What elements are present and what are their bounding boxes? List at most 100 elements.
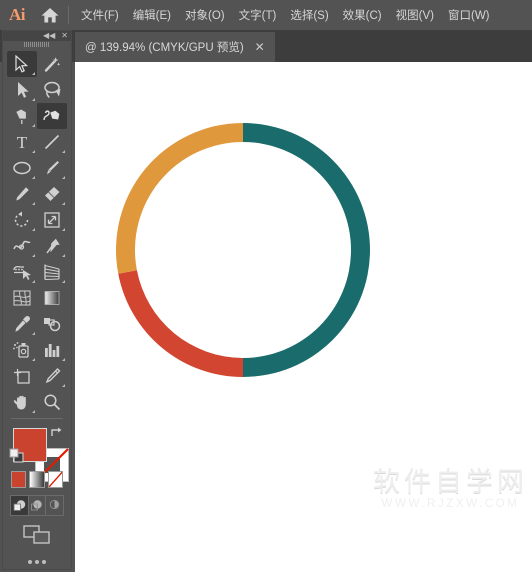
draw-normal-icon <box>13 500 26 512</box>
symbol-sprayer-tool[interactable] <box>7 337 37 363</box>
menu-edit[interactable]: 编辑(E) <box>126 3 178 27</box>
pencil-tool[interactable] <box>7 181 37 207</box>
svg-text:T: T <box>17 133 28 151</box>
donut-chart-svg[interactable] <box>103 110 383 390</box>
flyout-indicator <box>32 150 35 154</box>
shape-builder-tool[interactable] <box>7 259 37 285</box>
drag-handle-dots <box>24 42 50 48</box>
gradient-tool[interactable] <box>37 285 67 311</box>
flyout-indicator <box>62 254 65 258</box>
flyout-indicator <box>62 384 65 388</box>
flyout-indicator <box>32 332 35 336</box>
free-transform-tool[interactable] <box>37 233 67 259</box>
artboard-tool[interactable] <box>7 363 37 389</box>
watermark-url: WWW.RJZXW.COM <box>381 498 520 510</box>
tools-panel: ◀◀ ✕ T <box>2 30 72 570</box>
flyout-indicator <box>32 228 35 232</box>
menu-divider <box>68 6 69 24</box>
paintbrush-tool[interactable] <box>37 155 67 181</box>
menu-effect[interactable]: 效果(C) <box>336 3 389 27</box>
selection-tool[interactable] <box>7 51 37 78</box>
swap-fill-stroke-icon[interactable] <box>50 426 64 440</box>
eyedropper-tool[interactable] <box>7 311 37 337</box>
hand-tool[interactable] <box>7 389 37 415</box>
flyout-indicator <box>32 72 35 76</box>
draw-behind-icon <box>30 500 42 511</box>
tool-grid: T <box>3 49 71 415</box>
menu-item-list: 文件(F) 编辑(E) 对象(O) 文字(T) 选择(S) 效果(C) 视图(V… <box>74 3 497 27</box>
perspective-grid-tool[interactable] <box>37 259 67 285</box>
ellipse-tool[interactable] <box>7 155 37 181</box>
fill-stroke-block <box>9 426 69 482</box>
flyout-indicator <box>32 280 35 284</box>
curvature-tool[interactable] <box>37 103 67 130</box>
mesh-tool[interactable] <box>7 285 37 311</box>
flyout-indicator <box>62 228 65 232</box>
color-mode-group <box>11 471 63 489</box>
flyout-indicator <box>32 176 35 180</box>
default-fill-stroke-icon[interactable] <box>9 448 25 464</box>
eraser-tool[interactable] <box>37 181 67 207</box>
flyout-indicator <box>32 202 35 206</box>
flyout-indicator <box>32 98 35 102</box>
draw-behind-mode[interactable] <box>29 496 47 516</box>
donut-segment[interactable] <box>118 270 243 377</box>
close-icon[interactable]: ✕ <box>61 31 68 40</box>
draw-inside-icon <box>50 500 60 510</box>
menu-type[interactable]: 文字(T) <box>232 3 284 27</box>
blend-tool[interactable] <box>37 311 67 337</box>
home-icon[interactable] <box>34 0 66 30</box>
menu-bar: Ai 文件(F) 编辑(E) 对象(O) 文字(T) 选择(S) 效果(C) 视… <box>0 0 532 30</box>
rotate-tool[interactable] <box>7 207 37 233</box>
dot <box>35 560 39 565</box>
scale-tool[interactable] <box>37 207 67 233</box>
illustrator-window: Ai 文件(F) 编辑(E) 对象(O) 文字(T) 选择(S) 效果(C) 视… <box>0 0 532 572</box>
donut-segment[interactable] <box>243 123 370 377</box>
menu-view[interactable]: 视图(V) <box>389 3 441 27</box>
color-mode-gradient[interactable] <box>29 471 45 489</box>
pen-tool[interactable] <box>7 103 37 129</box>
document-tab-bar: @ 139.94% (CMYK/GPU 预览) ✕ <box>0 30 532 62</box>
flyout-indicator <box>32 410 35 414</box>
color-mode-none[interactable] <box>47 471 63 489</box>
magic-wand-tool[interactable] <box>37 51 67 77</box>
donut-chart[interactable] <box>103 110 383 390</box>
dot <box>42 560 46 565</box>
flyout-indicator <box>62 358 65 362</box>
artboard[interactable]: 软件自学网 WWW.RJZXW.COM <box>75 62 532 572</box>
close-icon[interactable]: ✕ <box>253 41 267 53</box>
document-tab[interactable]: @ 139.94% (CMYK/GPU 预览) ✕ <box>75 32 275 62</box>
type-tool[interactable]: T <box>7 129 37 155</box>
menu-object[interactable]: 对象(O) <box>178 3 232 27</box>
edit-toolbar-button[interactable] <box>3 555 71 569</box>
draw-normal-mode[interactable] <box>11 496 29 516</box>
canvas-area[interactable]: 软件自学网 WWW.RJZXW.COM <box>75 62 532 572</box>
flyout-indicator <box>32 358 35 362</box>
draw-mode-group <box>10 495 64 517</box>
color-mode-solid[interactable] <box>11 471 27 489</box>
tools-panel-header: ◀◀ ✕ <box>3 31 71 41</box>
watermark: 软件自学网 WWW.RJZXW.COM <box>373 469 528 510</box>
direct-selection-tool[interactable] <box>7 77 37 103</box>
change-screen-mode[interactable] <box>3 523 71 547</box>
collapse-icon[interactable]: ◀◀ <box>43 31 55 40</box>
lasso-tool[interactable] <box>37 77 67 103</box>
width-tool[interactable] <box>7 233 37 259</box>
screen-mode-icon <box>23 525 50 544</box>
watermark-chinese: 软件自学网 <box>373 467 528 498</box>
drag-handle[interactable] <box>3 40 71 50</box>
menu-select[interactable]: 选择(S) <box>283 3 335 27</box>
flyout-indicator <box>62 150 65 154</box>
zoom-tool[interactable] <box>37 389 67 415</box>
menu-window[interactable]: 窗口(W) <box>441 3 497 27</box>
document-tab-label: @ 139.94% (CMYK/GPU 预览) <box>85 42 244 54</box>
line-segment-tool[interactable] <box>37 129 67 155</box>
tool-divider <box>11 418 63 419</box>
draw-inside-mode[interactable] <box>46 496 63 515</box>
column-graph-tool[interactable] <box>37 337 67 363</box>
slice-tool[interactable] <box>37 363 67 389</box>
flyout-indicator <box>62 280 65 284</box>
flyout-indicator <box>32 124 35 128</box>
menu-file[interactable]: 文件(F) <box>74 3 126 27</box>
donut-segment[interactable] <box>116 123 243 274</box>
